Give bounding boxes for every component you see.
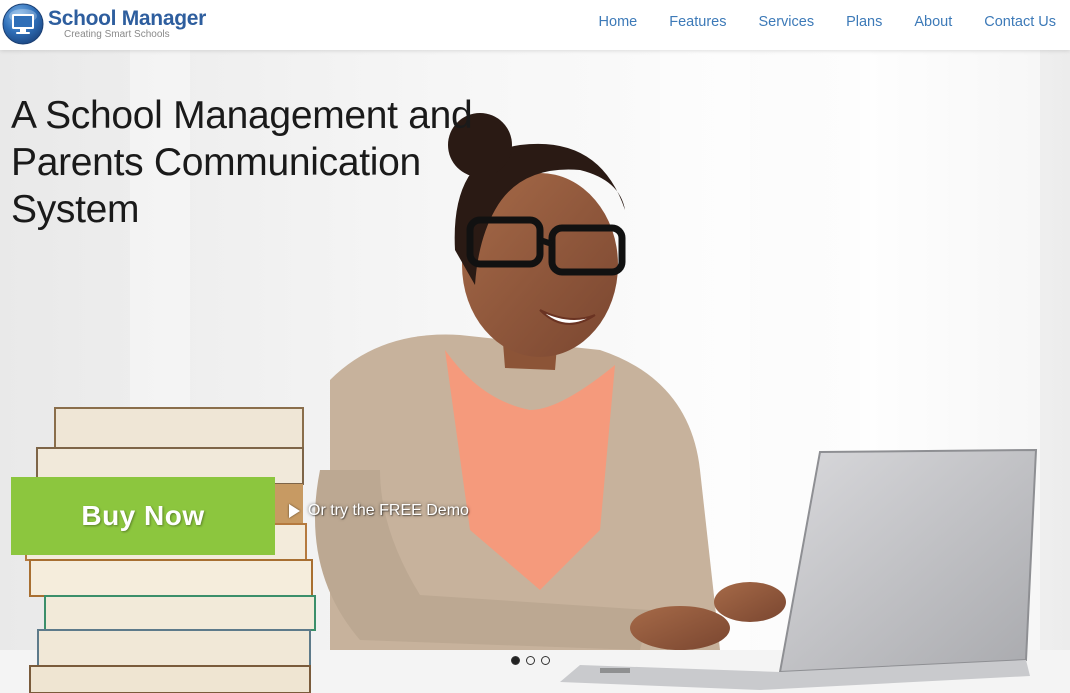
nav-home[interactable]: Home [599,14,638,30]
hero-headline: A School Management and Parents Communic… [11,94,473,231]
site-header: School Manager Creating Smart Schools Ho… [0,0,1070,50]
logo[interactable]: School Manager Creating Smart Schools [2,2,206,46]
main-nav: Home Features Services Plans About Conta… [599,0,1056,44]
page: School Manager Creating Smart Schools Ho… [0,0,1070,693]
buy-now-button[interactable]: Buy Now [11,477,275,555]
hero-slider: A School Management and Parents Communic… [0,50,1070,693]
free-demo-link[interactable]: Or try the FREE Demo [289,502,469,520]
brand-tagline: Creating Smart Schools [64,29,170,40]
slide-dot-2[interactable] [526,656,535,665]
nav-contact-us[interactable]: Contact Us [984,14,1056,30]
slide-dot-1[interactable] [511,656,520,665]
brand-name: School Manager [48,7,206,30]
nav-services[interactable]: Services [758,14,814,30]
slider-pagination [511,656,556,665]
nav-features[interactable]: Features [669,14,726,30]
nav-plans[interactable]: Plans [846,14,882,30]
monitor-icon [2,3,44,45]
play-icon [289,504,300,518]
slide-dot-3[interactable] [541,656,550,665]
free-demo-label: Or try the FREE Demo [308,502,469,519]
nav-about[interactable]: About [914,14,952,30]
